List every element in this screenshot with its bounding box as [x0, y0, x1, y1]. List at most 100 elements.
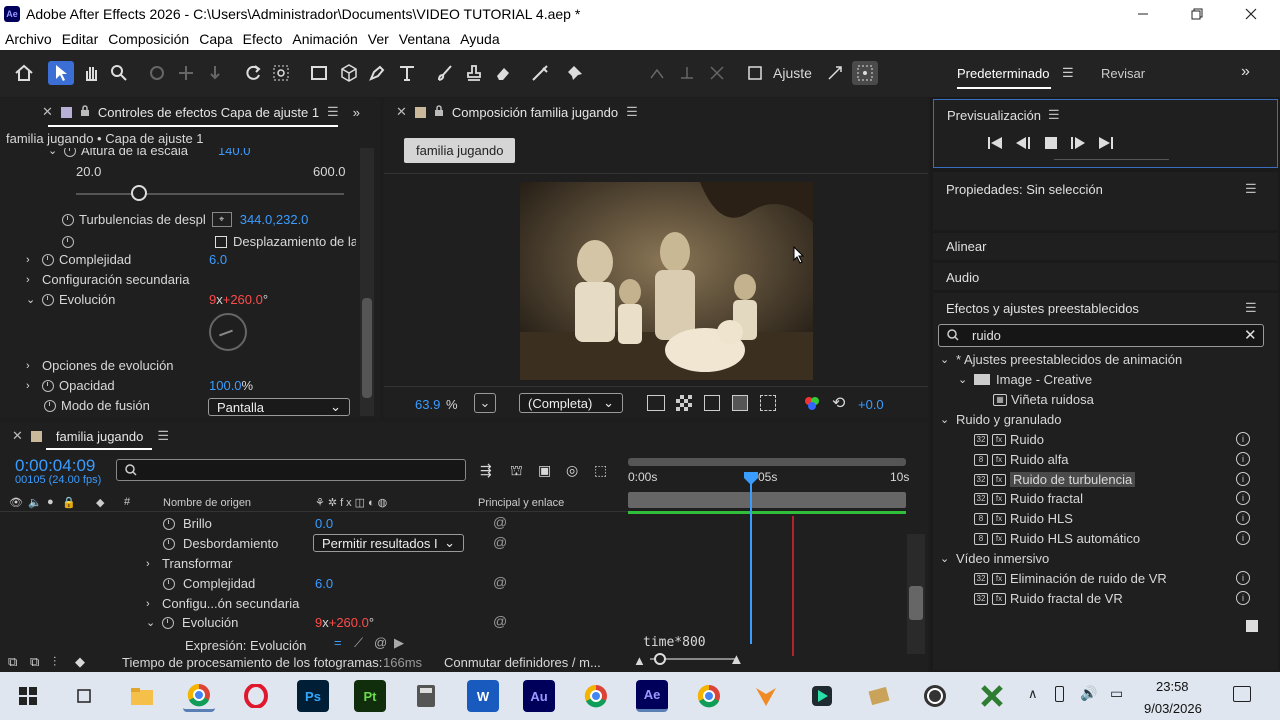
comp-flowchart-icon[interactable]: ⇶ [480, 462, 492, 479]
current-timecode[interactable]: 0:00:04:09 [15, 456, 95, 476]
zoom-in-icon[interactable]: ▲ [729, 651, 744, 668]
chrome-second-app[interactable] [693, 680, 725, 712]
tree-item-ruido-hls[interactable]: 8 fx Ruido HLS [974, 511, 1073, 526]
evolution-dial[interactable] [209, 313, 247, 351]
tree-item-ruido-fractal[interactable]: 32 fx Ruido fractal [974, 491, 1083, 506]
rotate-tool[interactable] [240, 61, 266, 85]
notifications-icon[interactable] [1233, 686, 1251, 702]
evolution-value[interactable]: 9x+260.0° [209, 292, 268, 307]
label-tag-icon[interactable]: ◆ [96, 496, 104, 509]
word-app[interactable]: W [467, 680, 499, 712]
expand-chevron-icon[interactable]: › [26, 254, 38, 266]
playhead-handle[interactable] [744, 472, 758, 489]
crosshair-icon[interactable]: ⌖ [211, 212, 232, 227]
turbulence-value-y[interactable]: ,232.0 [272, 212, 308, 227]
stopwatch-icon[interactable] [163, 577, 175, 590]
orbit-camera-tool[interactable] [144, 61, 170, 85]
stop-button[interactable] [1045, 137, 1057, 152]
align-title[interactable]: Alinear [946, 239, 986, 254]
calculator-app[interactable] [410, 680, 442, 712]
pan-camera-tool[interactable] [173, 61, 199, 85]
render-time-toggle-icon[interactable]: ⧉ [8, 654, 17, 670]
composition-viewer-image[interactable] [520, 182, 813, 380]
tree-item-vineta-ruidosa[interactable]: ▦ Viñeta ruidosa [993, 392, 1094, 407]
excel-tool-app[interactable] [976, 680, 1008, 712]
expression-code[interactable]: time*800 [643, 635, 706, 650]
close-panel-icon[interactable]: ✕ [42, 104, 53, 120]
close-panel-icon[interactable]: ✕ [12, 428, 23, 444]
chrome-profile-app[interactable] [580, 680, 612, 712]
brightness-value[interactable]: 0.0 [315, 516, 333, 531]
type-tool[interactable] [394, 61, 420, 85]
graph-editor-icon[interactable]: ⬚ [594, 462, 607, 479]
layer-switches-toggle-icon[interactable]: ⫶ [53, 654, 56, 670]
tree-item-image-creative[interactable]: ⌄ Image - Creative [958, 372, 1092, 387]
expand-chevron-icon[interactable]: › [146, 558, 158, 570]
axis-world-button[interactable] [674, 61, 700, 85]
puppet-pin-tool[interactable] [562, 61, 588, 85]
expand-chevron-icon[interactable]: › [26, 360, 38, 372]
blend-mode-dropdown[interactable]: Pantalla ⌄ [208, 398, 350, 416]
selection-tool[interactable] [48, 61, 74, 85]
expand-panels-icon[interactable]: » [353, 105, 360, 120]
first-frame-button[interactable] [988, 137, 1002, 152]
pickwhip-icon[interactable]: @ [493, 514, 507, 530]
panel-menu-icon[interactable]: ☰ [1245, 181, 1257, 197]
menu-animacion[interactable]: Animación [292, 31, 357, 47]
tree-item-ruido-turbulencia[interactable]: 32 fx Ruido de turbulencia [974, 472, 1136, 487]
lock-icon[interactable] [434, 104, 444, 120]
work-area-bar[interactable] [628, 458, 906, 466]
zoom-tool[interactable] [106, 61, 132, 85]
3d-tool[interactable] [336, 61, 362, 85]
snap-checkbox[interactable] [742, 61, 768, 85]
close-panel-icon[interactable]: ✕ [396, 104, 407, 120]
visibility-eye-icon[interactable]: 👁 [9, 496, 23, 509]
expression-graph-icon[interactable]: ⟋ [354, 635, 363, 651]
timeline-evolution-value[interactable]: 9x+260.0° [315, 615, 374, 630]
next-frame-button[interactable] [1071, 137, 1085, 152]
expand-chevron-icon[interactable]: › [26, 274, 38, 286]
effects-search-input[interactable]: ruido ✕ [938, 324, 1264, 347]
panel-menu-icon[interactable]: ☰ [327, 104, 339, 120]
scale-slider-thumb[interactable] [131, 185, 147, 201]
menu-ver[interactable]: Ver [368, 31, 389, 47]
brush-tool[interactable] [432, 61, 458, 85]
file-explorer-app[interactable] [126, 680, 158, 712]
scale-height-value[interactable]: 140.0 [218, 148, 251, 158]
time-ruler[interactable]: 0:00s 05s 10s [628, 456, 909, 514]
axis-view-button[interactable] [704, 61, 730, 85]
timeline-complexity-value[interactable]: 6.0 [315, 576, 333, 591]
restore-button[interactable] [1170, 0, 1224, 28]
panel-menu-icon[interactable]: ☰ [157, 428, 169, 444]
audio-icon[interactable]: 🔈 [28, 496, 42, 509]
audio-title[interactable]: Audio [946, 270, 979, 285]
stopwatch-icon[interactable] [62, 235, 74, 248]
tree-item-ruido[interactable]: 32 fx Ruido [974, 432, 1044, 447]
eraser-tool[interactable] [490, 61, 516, 85]
info-icon[interactable]: i [1236, 511, 1250, 525]
composition-title[interactable]: Composición familia jugando [452, 105, 618, 120]
after-effects-app[interactable]: Ae [636, 680, 668, 712]
collapse-chevron-icon[interactable]: ⌄ [26, 293, 38, 306]
composition-breadcrumb-chip[interactable]: familia jugando [404, 138, 516, 163]
menu-archivo[interactable]: Archivo [5, 31, 52, 47]
clone-stamp-tool[interactable] [461, 61, 487, 85]
painter-app[interactable]: Pt [354, 680, 386, 712]
expression-enable-icon[interactable]: = [334, 635, 342, 650]
previous-frame-button[interactable] [1016, 137, 1030, 152]
frame-rate-toggle-icon[interactable]: ⧉ [30, 654, 39, 670]
info-icon[interactable]: i [1236, 531, 1250, 545]
timeline-title[interactable]: familia jugando [56, 429, 143, 444]
tree-item-ruido-alfa[interactable]: 8 fx Ruido alfa [974, 452, 1069, 467]
transparency-grid-icon[interactable] [676, 395, 692, 411]
rectangle-tool[interactable] [306, 61, 332, 85]
tree-item-ruido-hls-auto[interactable]: 8 fx Ruido HLS automático [974, 531, 1140, 546]
panel-menu-icon[interactable]: ☰ [1048, 107, 1060, 123]
tree-item-video-inmersivo[interactable]: ⌄ Vídeo inmersivo [940, 551, 1049, 566]
collapse-chevron-icon[interactable]: ⌄ [48, 148, 60, 157]
reset-exposure-icon[interactable]: ⟲ [832, 393, 845, 413]
collapse-chevron-icon[interactable]: ⌄ [146, 616, 158, 629]
minimize-button[interactable] [1116, 0, 1170, 28]
obs-app[interactable] [919, 680, 951, 712]
pickwhip-icon[interactable]: @ [493, 613, 507, 629]
